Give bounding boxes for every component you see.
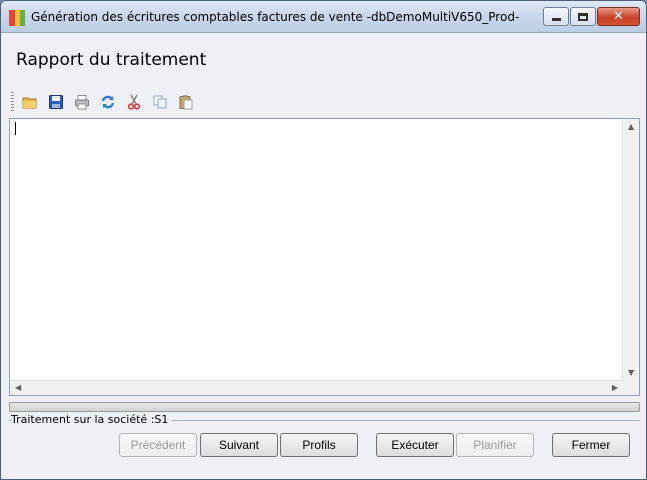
save-icon xyxy=(49,95,63,109)
previous-button[interactable]: Précédent xyxy=(119,433,197,457)
close-icon: ✕ xyxy=(613,9,624,24)
profiles-button[interactable]: Profils xyxy=(280,433,358,457)
main-window: Génération des écritures comptables fact… xyxy=(0,0,647,480)
title-bar[interactable]: Génération des écritures comptables fact… xyxy=(1,1,646,33)
report-toolbar xyxy=(11,91,202,113)
paste-button[interactable] xyxy=(176,92,196,112)
maximize-button[interactable] xyxy=(570,7,596,26)
page-title: Rapport du traitement xyxy=(16,50,207,70)
app-icon xyxy=(9,10,25,26)
window-controls: ✕ xyxy=(542,7,640,26)
refresh-icon xyxy=(101,95,115,109)
scrollbar-corner xyxy=(622,380,639,395)
copy-button[interactable] xyxy=(150,92,170,112)
refresh-button[interactable] xyxy=(98,92,118,112)
maximize-icon xyxy=(578,12,588,21)
vertical-scrollbar[interactable]: ▲ ▼ xyxy=(622,119,639,381)
toolbar-grip[interactable] xyxy=(11,92,14,112)
scroll-right-icon[interactable]: ▶ xyxy=(612,384,618,392)
execute-button[interactable]: Exécuter xyxy=(376,433,454,457)
scroll-left-icon[interactable]: ◀ xyxy=(15,384,21,392)
scroll-down-icon[interactable]: ▼ xyxy=(628,369,634,377)
schedule-button[interactable]: Planifier xyxy=(456,433,534,457)
open-button[interactable] xyxy=(20,92,40,112)
cut-icon xyxy=(127,94,141,110)
save-button[interactable] xyxy=(46,92,66,112)
next-button[interactable]: Suivant xyxy=(200,433,278,457)
scroll-up-icon[interactable]: ▲ xyxy=(628,123,634,131)
open-folder-icon xyxy=(22,97,37,109)
close-window-button[interactable]: ✕ xyxy=(597,7,640,26)
status-text: Traitement sur la société :S1 xyxy=(11,413,172,426)
progress-bar xyxy=(9,402,640,412)
text-caret xyxy=(15,122,16,135)
minimize-icon xyxy=(551,18,561,21)
print-button[interactable] xyxy=(72,92,92,112)
paste-icon xyxy=(179,95,193,110)
cut-button[interactable] xyxy=(124,92,144,112)
window-title: Génération des écritures comptables fact… xyxy=(31,10,520,24)
copy-icon xyxy=(153,95,167,109)
close-button[interactable]: Fermer xyxy=(552,433,630,457)
report-text-area[interactable]: ▲ ▼ ◀ ▶ xyxy=(9,118,640,396)
minimize-button[interactable] xyxy=(543,7,569,26)
horizontal-scrollbar[interactable]: ◀ ▶ xyxy=(10,380,623,395)
print-icon xyxy=(75,95,89,110)
